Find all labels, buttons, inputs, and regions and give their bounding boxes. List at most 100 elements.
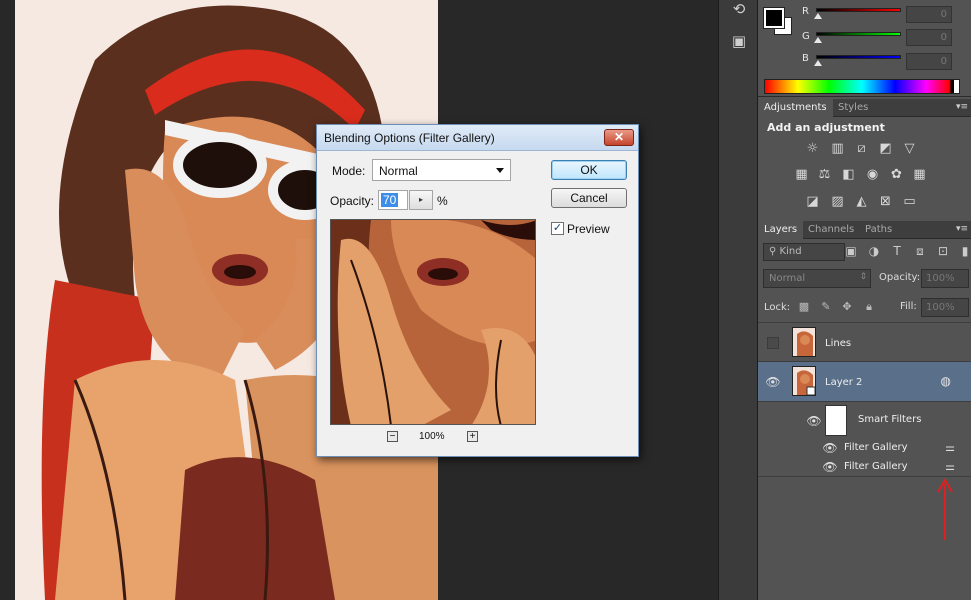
posterize-icon[interactable]: ▨ — [829, 194, 846, 209]
properties-icon[interactable]: ▣ — [728, 30, 750, 52]
opacity-field[interactable]: 100% — [921, 269, 969, 288]
channel-mixer-icon[interactable]: ✿ — [888, 167, 905, 182]
color-lookup-icon[interactable]: ▦ — [911, 167, 928, 182]
close-button[interactable]: ✕ — [604, 129, 634, 146]
smart-filters-row[interactable]: 👁︎ Smart Filters — [758, 402, 971, 442]
opacity-label: Opacity: — [879, 272, 921, 283]
lock-position-icon[interactable]: ✥ — [840, 300, 854, 314]
zoom-value: 100% — [419, 431, 445, 442]
photo-filter-icon[interactable]: ◉ — [864, 167, 881, 182]
lock-transparent-pixels-icon[interactable]: ▩ — [797, 300, 811, 314]
filter-gallery-row-1[interactable]: 👁︎ Filter Gallery ⚌ — [758, 439, 971, 458]
blend-mode-select[interactable]: Normal — [763, 269, 871, 288]
layer-name[interactable]: Layer 2 — [825, 377, 862, 388]
layer-name[interactable]: Lines — [825, 338, 851, 349]
vibrance-icon[interactable]: ▽ — [901, 141, 918, 156]
color-balance-icon[interactable]: ⚖ — [816, 167, 833, 182]
annotation-arrow-icon — [937, 478, 953, 540]
preview-label[interactable]: Preview — [567, 222, 610, 236]
tab-channels[interactable]: Channels — [802, 221, 860, 239]
filter-toggle-icon[interactable]: ▮ — [958, 244, 971, 258]
selective-color-icon[interactable]: ⊠ — [877, 194, 894, 209]
pixel-layer-filter-icon[interactable]: ▣ — [844, 244, 858, 258]
filter-blending-options-icon[interactable]: ⚌ — [945, 441, 955, 454]
filter-blending-options-icon[interactable]: ⚌ — [945, 460, 955, 473]
opacity-slider-toggle-icon[interactable]: ▸ — [409, 190, 433, 210]
curves-icon[interactable]: ⧄ — [853, 141, 870, 156]
shape-layer-filter-icon[interactable]: ⧈ — [913, 244, 927, 258]
green-slider[interactable] — [816, 32, 901, 36]
hue-saturation-icon[interactable]: ▦ — [793, 167, 810, 182]
zoom-in-button[interactable]: + — [467, 431, 478, 442]
green-label: G — [802, 31, 810, 42]
green-value-field[interactable]: 0 — [906, 29, 952, 46]
layer-filter-kind-select[interactable]: ⚲ Kind — [763, 243, 845, 261]
preview-image[interactable] — [330, 219, 536, 425]
type-layer-filter-icon[interactable]: T — [890, 244, 904, 258]
panel-menu-icon[interactable]: ▾≡ — [956, 102, 968, 112]
dialog-titlebar[interactable]: Blending Options (Filter Gallery) ✕ — [317, 125, 638, 151]
foreground-color-swatch[interactable] — [763, 7, 785, 29]
fill-field[interactable]: 100% — [921, 298, 969, 317]
adjustments-title: Add an adjustment — [767, 121, 885, 134]
adjustments-panel: Adjustments Styles ▾≡ Add an adjustment … — [758, 99, 971, 219]
eye-icon[interactable]: 👁︎ — [765, 376, 781, 388]
red-slider[interactable] — [816, 8, 901, 12]
eye-icon[interactable]: 👁︎ — [806, 415, 822, 427]
red-label: R — [802, 6, 809, 17]
layer-row-layer-2[interactable]: 👁︎ Layer 2 ◍ — [758, 362, 971, 402]
layers-tab-row: Layers Channels Paths ▾≡ — [758, 221, 971, 239]
tab-styles[interactable]: Styles — [832, 99, 874, 117]
color-panel: R 0 G 0 B 0 — [758, 0, 971, 97]
eye-icon[interactable]: 👁︎ — [822, 442, 838, 454]
dialog-title: Blending Options (Filter Gallery) — [324, 131, 495, 145]
lock-image-pixels-icon[interactable]: ✎ — [819, 300, 833, 314]
opacity-input[interactable]: 70 — [378, 190, 408, 210]
blue-slider-thumb[interactable] — [814, 60, 822, 66]
gradient-map-icon[interactable]: ▭ — [901, 194, 918, 209]
levels-icon[interactable]: ▥ — [829, 141, 846, 156]
color-spectrum[interactable] — [764, 79, 960, 94]
smart-filter-mask-thumbnail[interactable] — [825, 405, 847, 436]
smart-filter-badge-icon: ◍ — [940, 374, 951, 388]
percent-label: % — [437, 194, 448, 208]
red-slider-thumb[interactable] — [814, 13, 822, 19]
filter-name[interactable]: Filter Gallery — [844, 442, 908, 453]
layers-panel-menu-icon[interactable]: ▾≡ — [956, 224, 968, 234]
tab-paths[interactable]: Paths — [859, 221, 898, 239]
brightness-contrast-icon[interactable]: ☼ — [804, 141, 821, 156]
search-icon: ⚲ — [769, 246, 780, 257]
blue-label: B — [802, 53, 809, 64]
layer-thumbnail — [792, 327, 816, 357]
preview-checkbox[interactable]: ✓ — [551, 222, 564, 235]
visibility-toggle-off[interactable] — [767, 337, 779, 349]
tab-layers[interactable]: Layers — [758, 221, 804, 239]
adjustment-layer-filter-icon[interactable]: ◑ — [867, 244, 881, 258]
red-value-field[interactable]: 0 — [906, 6, 952, 23]
ok-button[interactable]: OK — [551, 160, 627, 180]
blue-slider[interactable] — [816, 55, 901, 59]
preview-image-content — [331, 220, 535, 424]
blue-value-field[interactable]: 0 — [906, 53, 952, 70]
filter-gallery-row-2[interactable]: 👁︎ Filter Gallery ⚌ — [758, 458, 971, 477]
exposure-icon[interactable]: ◩ — [877, 141, 894, 156]
zoom-out-button[interactable]: − — [387, 431, 398, 442]
lock-all-icon[interactable]: 🔒︎ — [862, 300, 876, 314]
blending-options-dialog: Blending Options (Filter Gallery) ✕ Mode… — [316, 124, 639, 457]
smart-filters-label: Smart Filters — [858, 414, 922, 425]
filter-kind-label: Kind — [779, 246, 802, 257]
black-white-icon[interactable]: ◧ — [840, 167, 857, 182]
mode-select[interactable]: Normal — [372, 159, 511, 181]
eye-icon[interactable]: 👁︎ — [822, 461, 838, 473]
history-icon[interactable]: ⟲ — [728, 0, 750, 20]
invert-icon[interactable]: ◪ — [804, 194, 821, 209]
threshold-icon[interactable]: ◭ — [853, 194, 870, 209]
layer-row-lines[interactable]: Lines — [758, 322, 971, 362]
fill-label: Fill: — [900, 301, 917, 312]
green-slider-thumb[interactable] — [814, 37, 822, 43]
cancel-button[interactable]: Cancel — [551, 188, 627, 208]
smart-object-filter-icon[interactable]: ⊡ — [936, 244, 950, 258]
panel-icon-strip: ⟲ ▣ — [718, 0, 758, 600]
filter-name[interactable]: Filter Gallery — [844, 461, 908, 472]
tab-adjustments[interactable]: Adjustments — [758, 99, 833, 117]
